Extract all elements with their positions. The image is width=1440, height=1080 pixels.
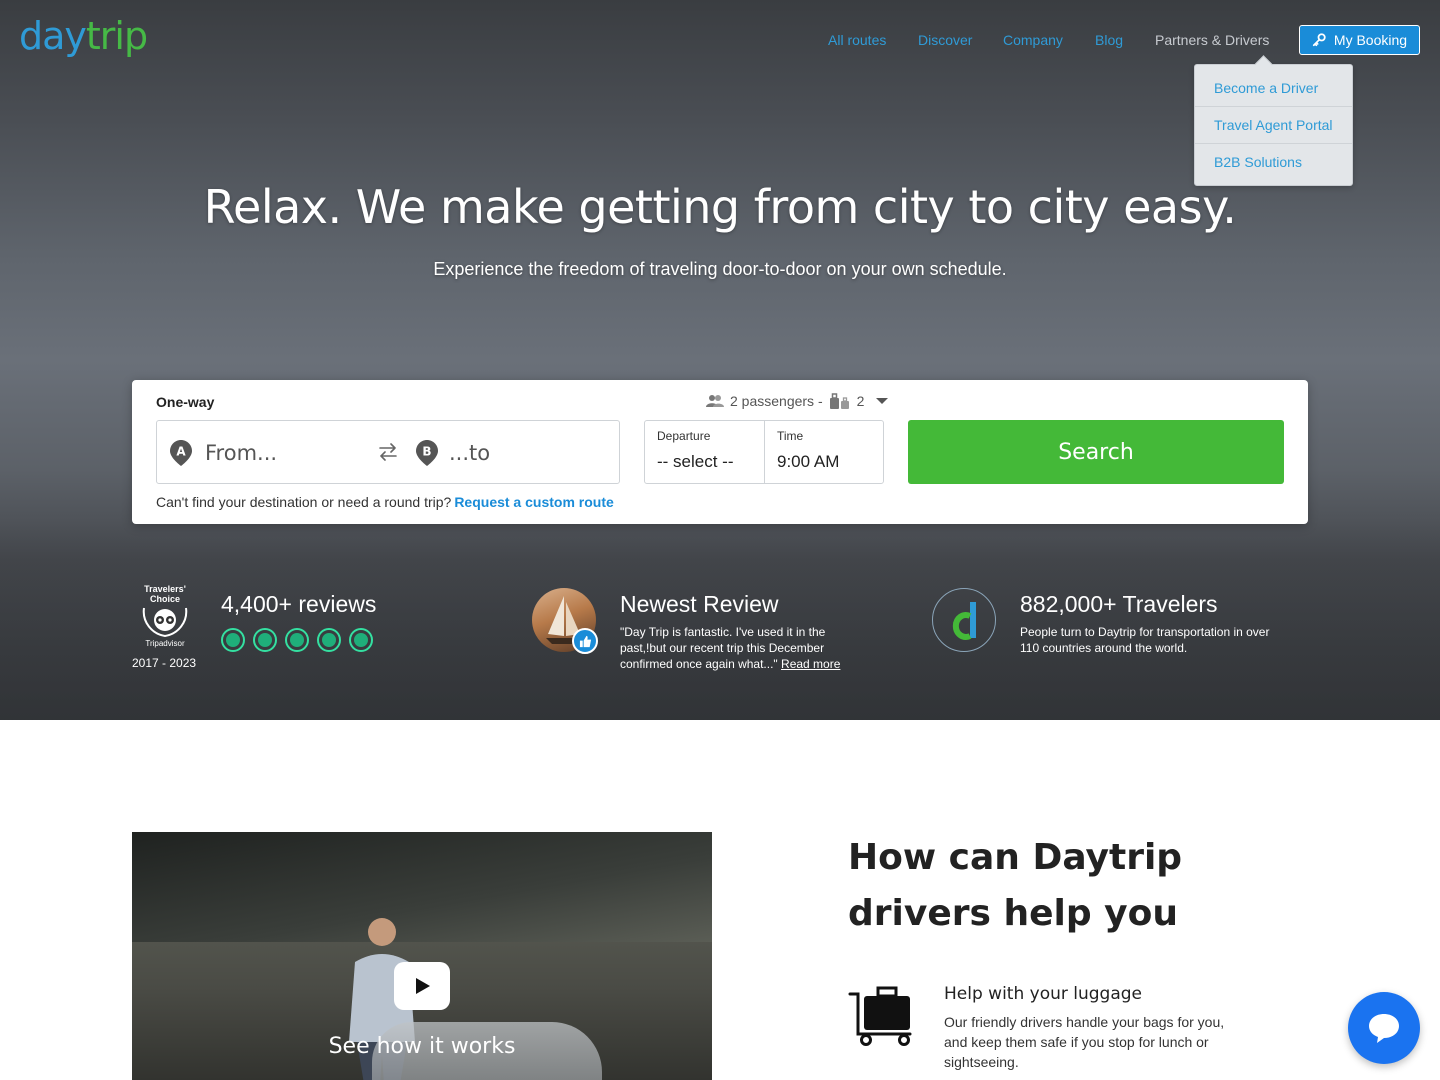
award-years: 2017 - 2023 [132, 656, 197, 670]
luggage-cart-icon [848, 986, 912, 1046]
svg-text:A: A [176, 445, 186, 459]
chat-bubble-icon [1369, 1014, 1399, 1043]
search-card: One-way 2 passengers - 2 A B Departure -… [132, 380, 1308, 524]
swap-icon[interactable] [377, 441, 399, 463]
play-button[interactable] [394, 962, 450, 1010]
newest-review-text: "Day Trip is fantastic. I've used it in … [620, 624, 852, 672]
how-section-title: How can Daytrip drivers help you [848, 837, 1183, 934]
nav-discover[interactable]: Discover [918, 32, 972, 48]
my-booking-label: My Booking [1333, 32, 1408, 48]
feature-title: Help with your luggage [944, 984, 1143, 1004]
date-time-group: Departure -- select -- Time 9:00 AM [644, 420, 884, 484]
hero-subline: Experience the freedom of traveling door… [433, 259, 1007, 279]
passenger-selector[interactable]: 2 passengers - 2 [706, 393, 889, 409]
stats-row: Travelers' Choice Tripadvisor 2017 - 202… [0, 580, 1440, 690]
nav-company[interactable]: Company [1003, 32, 1063, 48]
time-label: Time [777, 429, 804, 443]
video-thumbnail[interactable]: See how it works [132, 832, 712, 1080]
travelers-choice-badge: Travelers' Choice Tripadvisor [142, 584, 188, 648]
nav-partners-drivers[interactable]: Partners & Drivers [1155, 32, 1269, 48]
dropdown-b2b-solutions[interactable]: B2B Solutions [1195, 144, 1352, 181]
svg-text:Travelers': Travelers' [144, 584, 186, 594]
from-input[interactable] [205, 435, 365, 471]
luggage-small-icon [829, 393, 849, 409]
chat-button[interactable] [1348, 992, 1420, 1064]
travelers-text: People turn to Daytrip for transportatio… [1020, 625, 1270, 655]
read-more-link[interactable]: Read more [781, 657, 840, 671]
rating-dots [221, 628, 373, 652]
custom-route-text: Can't find your destination or need a ro… [156, 494, 452, 510]
main-nav: All routes Discover Company Blog Partner… [0, 25, 1440, 55]
rating-dot [349, 628, 373, 652]
my-booking-button[interactable]: My Booking [1299, 25, 1420, 55]
key-icon [1312, 33, 1326, 47]
video-caption: See how it works [328, 1034, 516, 1059]
svg-text:B: B [422, 445, 431, 459]
time-field[interactable]: Time 9:00 AM [764, 421, 883, 483]
custom-route-line: Can't find your destination or need a ro… [156, 494, 614, 510]
partners-dropdown: Become a Driver Travel Agent Portal B2B … [1194, 64, 1353, 186]
departure-value: -- select -- [657, 452, 734, 471]
luggage-count: 2 [856, 393, 865, 409]
daytrip-d-icon [932, 588, 996, 652]
dropdown-travel-agent-portal[interactable]: Travel Agent Portal [1195, 107, 1352, 144]
reviews-count: 4,400+ reviews [221, 591, 377, 617]
nav-all-routes[interactable]: All routes [828, 32, 886, 48]
feature-text: Our friendly drivers handle your bags fo… [944, 1014, 1225, 1070]
departure-label: Departure [657, 429, 711, 443]
departure-field[interactable]: Departure -- select -- [645, 421, 764, 483]
svg-text:Choice: Choice [150, 594, 180, 604]
travelers-title: 882,000+ Travelers [1020, 591, 1218, 617]
nav-blog[interactable]: Blog [1095, 32, 1123, 48]
rating-dot [285, 628, 309, 652]
route-input-group: A B [156, 420, 620, 484]
chevron-down-icon [876, 398, 889, 404]
passengers-icon [706, 395, 724, 407]
pin-b-icon: B [415, 439, 439, 467]
to-input[interactable] [449, 435, 609, 471]
pin-a-icon: A [169, 439, 193, 467]
dropdown-become-driver[interactable]: Become a Driver [1195, 70, 1352, 107]
rating-dot [221, 628, 245, 652]
newest-review-title: Newest Review [620, 591, 779, 617]
request-custom-route-link[interactable]: Request a custom route [454, 494, 613, 510]
time-value: 9:00 AM [777, 452, 840, 471]
passengers-count: 2 passengers - [730, 393, 823, 409]
thumbs-up-icon [572, 628, 598, 654]
svg-text:Tripadvisor: Tripadvisor [145, 639, 185, 648]
trip-type-label[interactable]: One-way [156, 394, 214, 410]
play-icon [416, 978, 430, 994]
hero-headline: Relax. We make getting from city to city… [203, 180, 1237, 234]
rating-dot [317, 628, 341, 652]
search-button[interactable]: Search [908, 420, 1284, 484]
rating-dot [253, 628, 277, 652]
